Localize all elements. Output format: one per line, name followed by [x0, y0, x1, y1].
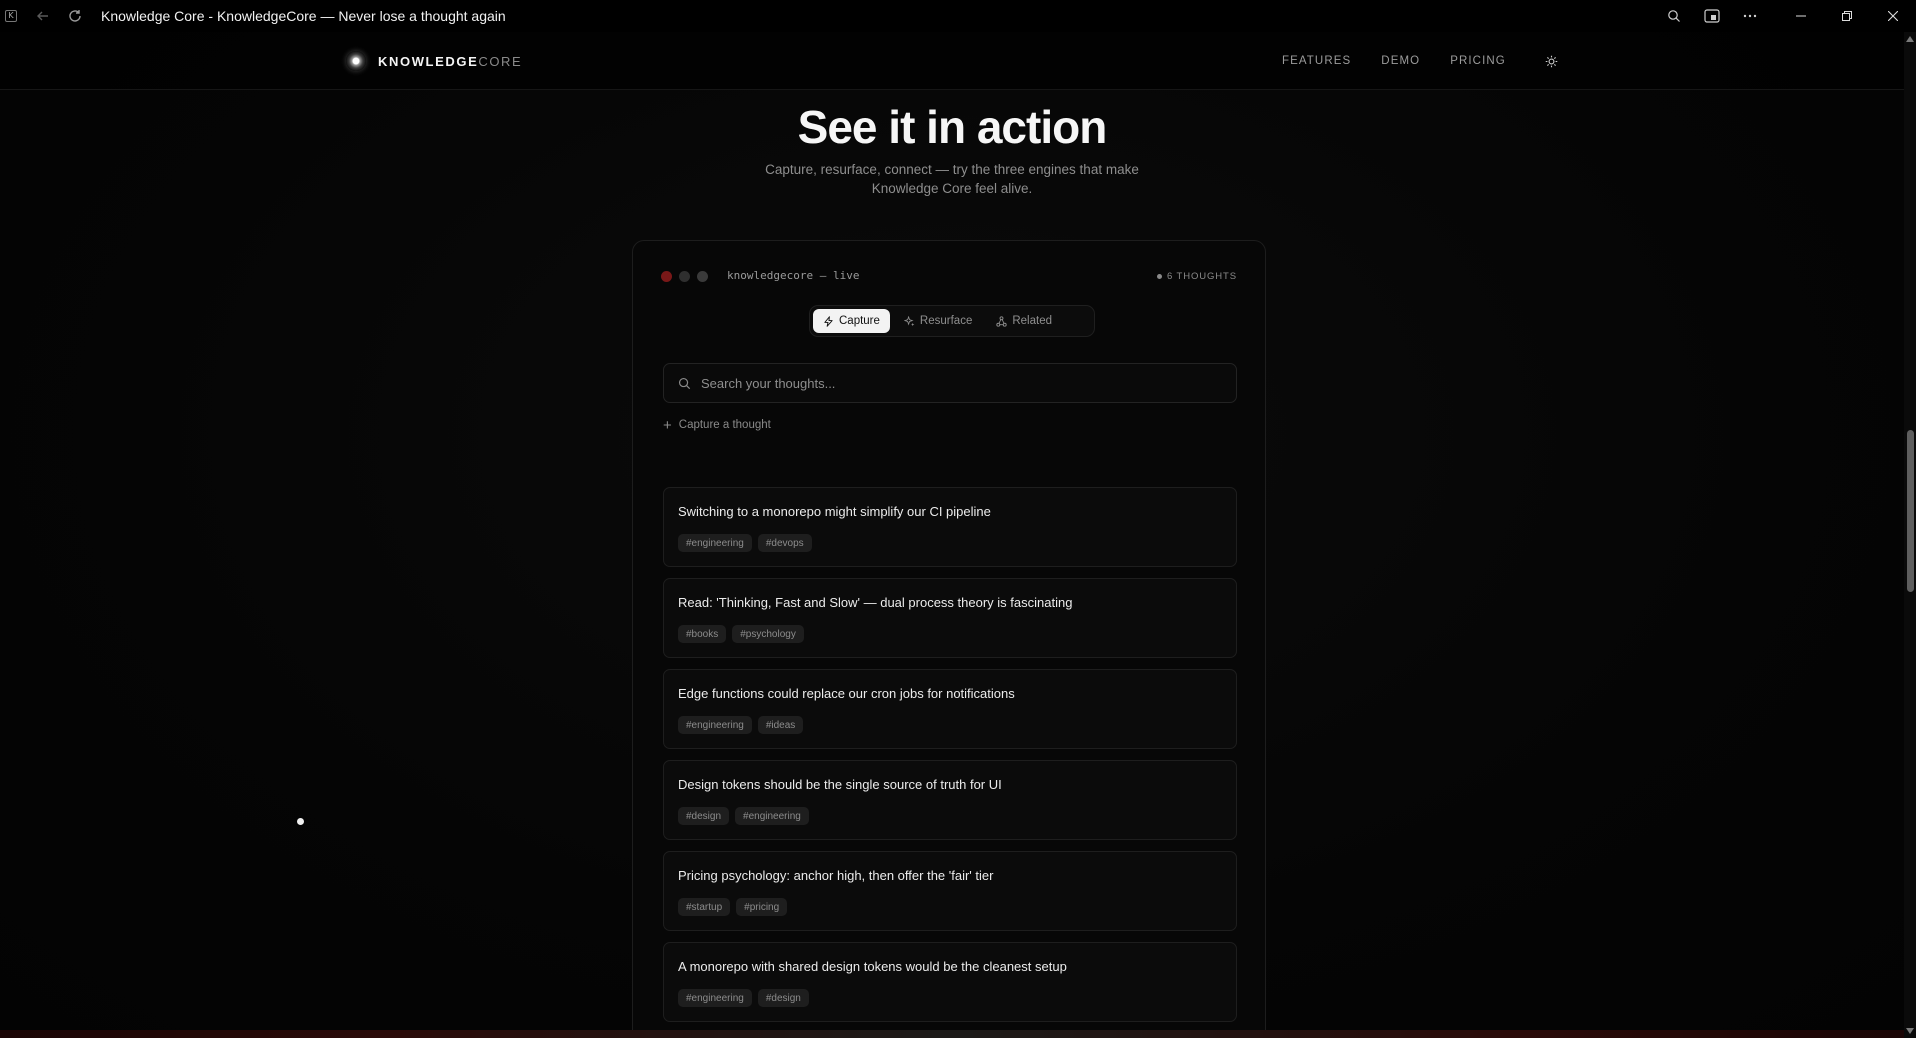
section-subtitle: Capture, resurface, connect — try the th…: [765, 162, 1139, 196]
tag-chip[interactable]: #engineering: [678, 716, 752, 734]
tag-chip[interactable]: #engineering: [678, 989, 752, 1007]
search-icon: [678, 377, 691, 389]
cursor-dot: [297, 818, 304, 825]
capture-thought-button[interactable]: + Capture a thought: [663, 416, 771, 434]
window-dots: [661, 271, 715, 282]
demo-tabs: Capture Resurface Related: [809, 305, 1095, 337]
thought-title: Read: 'Thinking, Fast and Slow' — dual p…: [678, 595, 1073, 610]
app-favicon-icon: K: [5, 10, 17, 22]
orb-logo-icon: [346, 51, 366, 71]
scroll-up-icon[interactable]: [1906, 36, 1914, 42]
demo-window: knowledgecore — live 6 THOUGHTS Capture …: [632, 240, 1266, 1038]
zoom-icon[interactable]: [1664, 6, 1684, 26]
sun-icon[interactable]: [1544, 53, 1560, 69]
thought-title: Pricing psychology: anchor high, then of…: [678, 868, 994, 883]
next-section-edge: [0, 1030, 1904, 1038]
thought-title: Design tokens should be the single sourc…: [678, 777, 1002, 792]
thought-card[interactable]: Read: 'Thinking, Fast and Slow' — dual p…: [663, 578, 1237, 658]
nav-link-pricing[interactable]: PRICING: [1450, 55, 1506, 67]
nav-link-demo[interactable]: DEMO: [1381, 55, 1420, 67]
site-navbar: KNOWLEDGECORE FEATURES DEMO PRICING: [0, 32, 1904, 90]
tag-chip[interactable]: #pricing: [736, 898, 788, 916]
browser-titlebar: K Knowledge Core - KnowledgeCore — Never…: [0, 0, 1916, 32]
page-scrollbar[interactable]: [1904, 32, 1916, 1038]
restore-button[interactable]: [1824, 0, 1870, 32]
thought-card[interactable]: Pricing psychology: anchor high, then of…: [663, 851, 1237, 931]
tag-chip[interactable]: #books: [678, 625, 727, 643]
nav-links: FEATURES DEMO PRICING: [1282, 53, 1560, 69]
tag-chip[interactable]: #ideas: [757, 716, 804, 734]
cast-icon[interactable]: [1702, 6, 1722, 26]
thought-tags: #design #engineering: [678, 807, 815, 825]
thought-card[interactable]: Edge functions could replace our cron jo…: [663, 669, 1237, 749]
nav-link-features[interactable]: FEATURES: [1282, 55, 1351, 67]
tag-chip[interactable]: #devops: [757, 534, 812, 552]
tab-related[interactable]: Related: [986, 309, 1062, 333]
scroll-down-icon[interactable]: [1906, 1028, 1914, 1034]
thought-tags: #engineering #design: [678, 989, 815, 1007]
search-placeholder: Search your thoughts...: [701, 375, 836, 391]
tag-chip[interactable]: #design: [757, 989, 809, 1007]
thought-tags: #engineering #devops: [678, 534, 818, 552]
thought-card[interactable]: Switching to a monorepo might simplify o…: [663, 487, 1237, 567]
thought-tags: #startup #pricing: [678, 898, 793, 916]
brand-logo[interactable]: KNOWLEDGECORE: [346, 51, 522, 71]
minimize-button[interactable]: [1778, 0, 1824, 32]
thought-title: Edge functions could replace our cron jo…: [678, 686, 1015, 701]
back-button[interactable]: [33, 6, 53, 26]
thought-card[interactable]: Design tokens should be the single sourc…: [663, 760, 1237, 840]
window-dot-gray: [697, 271, 708, 282]
page-viewport: KNOWLEDGECORE FEATURES DEMO PRICING See …: [0, 32, 1904, 1038]
scrollbar-thumb[interactable]: [1907, 430, 1914, 592]
bolt-icon: [824, 315, 833, 327]
window-dot-gray: [679, 271, 690, 282]
reload-button[interactable]: [65, 6, 85, 26]
thought-tags: #engineering #ideas: [678, 716, 809, 734]
window-dot-red: [661, 271, 672, 282]
status-dot-icon: [1156, 274, 1162, 279]
section-title: See it in action: [797, 101, 1108, 153]
tag-chip[interactable]: #psychology: [732, 625, 804, 643]
tag-chip[interactable]: #engineering: [678, 534, 752, 552]
thought-card[interactable]: A monorepo with shared design tokens wou…: [663, 942, 1237, 1022]
plus-icon: +: [663, 416, 672, 434]
more-options-icon[interactable]: [1740, 6, 1760, 26]
search-input[interactable]: Search your thoughts...: [663, 363, 1237, 403]
tag-chip[interactable]: #startup: [678, 898, 731, 916]
sparkle-icon: [903, 315, 915, 326]
thought-tags: #books #psychology: [678, 625, 810, 643]
brand-name: KNOWLEDGECORE: [378, 53, 523, 69]
tab-resurface[interactable]: Resurface: [894, 309, 982, 333]
thought-count-badge: 6 THOUGHTS: [1156, 271, 1237, 282]
thought-title: A monorepo with shared design tokens wou…: [678, 959, 1067, 974]
close-window-button[interactable]: [1870, 0, 1916, 32]
tag-chip[interactable]: #engineering: [735, 807, 809, 825]
window-title: Knowledge Core - KnowledgeCore — Never l…: [101, 8, 506, 24]
demo-window-label: knowledgecore — live: [727, 269, 860, 282]
graph-icon: [996, 315, 1007, 327]
thought-title: Switching to a monorepo might simplify o…: [678, 504, 991, 519]
tag-chip[interactable]: #design: [678, 807, 730, 825]
tab-capture[interactable]: Capture: [813, 309, 890, 333]
